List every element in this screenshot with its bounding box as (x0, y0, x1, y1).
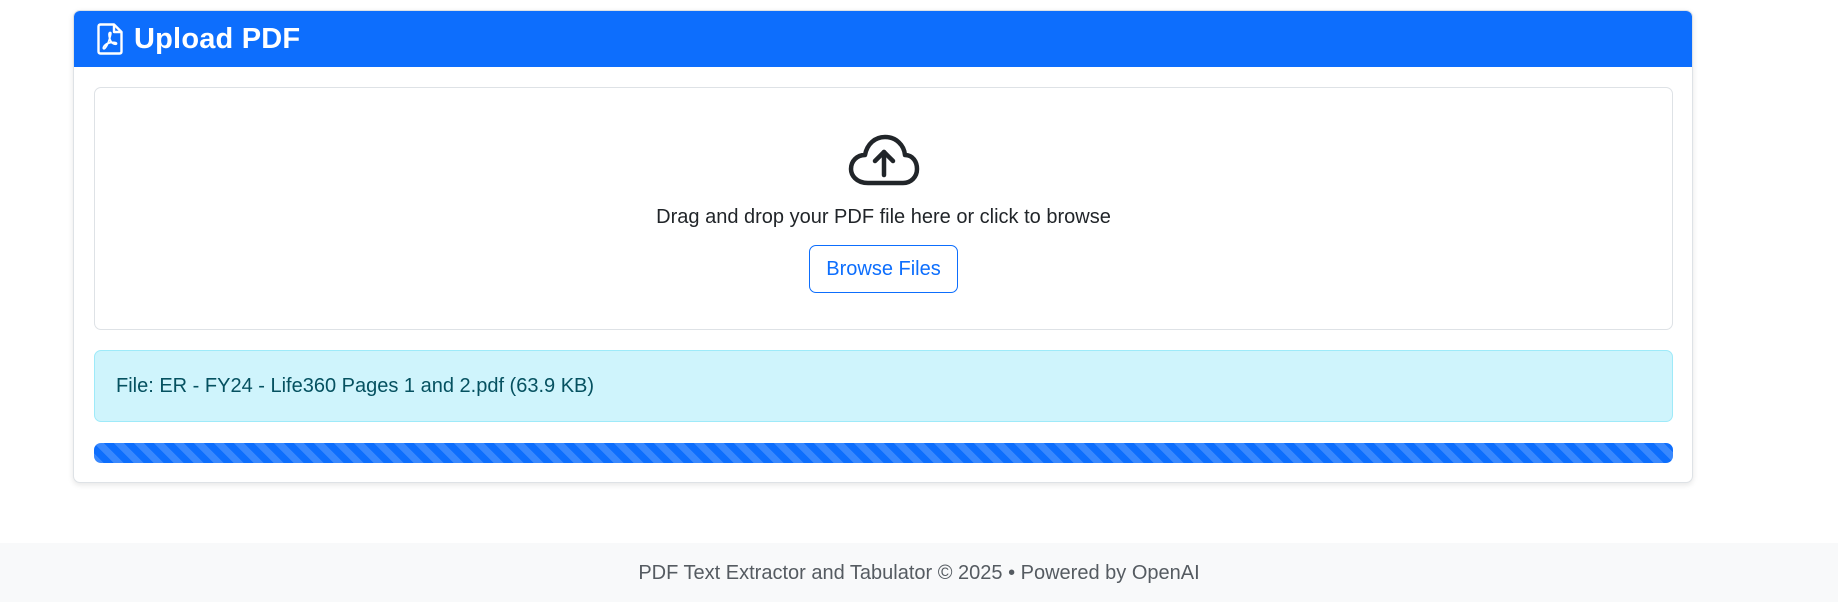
browse-files-button[interactable]: Browse Files (809, 245, 958, 293)
page-footer: PDF Text Extractor and Tabulator © 2025 … (0, 543, 1838, 602)
upload-card: Upload PDF Drag and drop your PDF file h… (73, 10, 1693, 483)
cloud-upload-icon (848, 134, 920, 186)
upload-progress (94, 443, 1673, 463)
dropzone-instruction: Drag and drop your PDF file here or clic… (656, 206, 1111, 228)
footer-text: PDF Text Extractor and Tabulator © 2025 … (638, 562, 1200, 584)
card-header: Upload PDF (74, 11, 1692, 67)
pdf-dropzone[interactable]: Drag and drop your PDF file here or clic… (94, 87, 1673, 330)
file-pdf-icon (97, 23, 123, 55)
selected-file-info: File: ER - FY24 - Life360 Pages 1 and 2.… (94, 350, 1673, 422)
card-title: Upload PDF (134, 22, 301, 55)
upload-progress-bar (94, 443, 1673, 463)
file-info-text: File: ER - FY24 - Life360 Pages 1 and 2.… (116, 374, 595, 397)
